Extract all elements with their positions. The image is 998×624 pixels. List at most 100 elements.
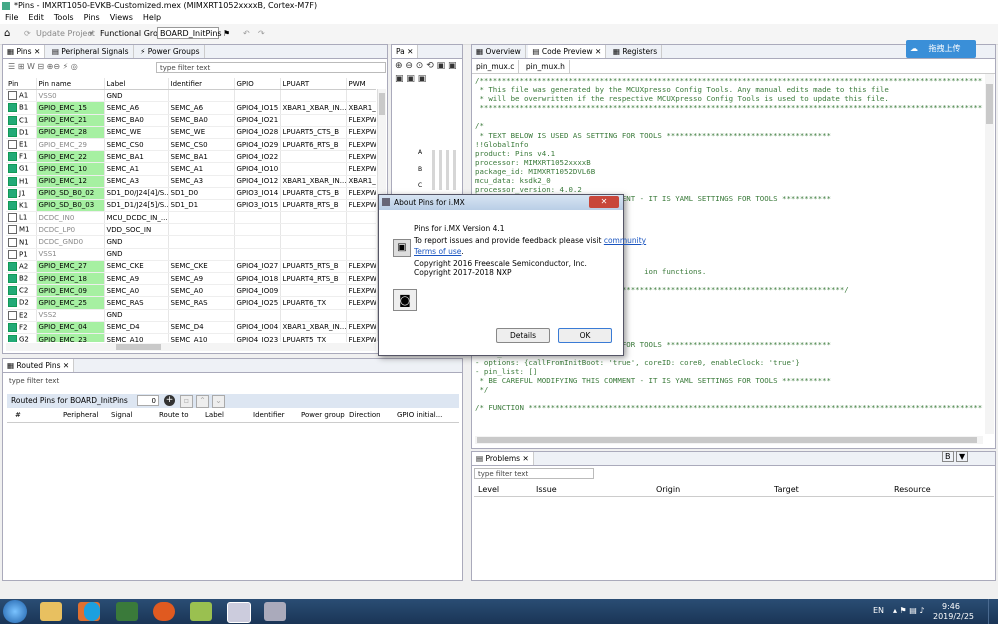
pin-cell-pin[interactable]: D2 (6, 296, 37, 310)
pin-cell-id[interactable] (168, 211, 235, 225)
table-row[interactable]: D2 GPIO_EMC_25 SEMC_RAS SEMC_RAS GPIO4_IO25 L… (6, 296, 376, 310)
pin-cell-pin[interactable]: B1 (6, 101, 37, 115)
pin-cell-pwm[interactable]: FLEXPWI (346, 260, 376, 274)
pin-cell-label[interactable]: SEMC_D4 (104, 321, 169, 334)
move-down-icon[interactable]: ⌄ (212, 395, 225, 408)
tab-power-groups[interactable]: ⚡ Power Groups (136, 45, 205, 58)
pin-cell-pwm[interactable]: FLEXPWI (346, 126, 376, 139)
route-checkbox[interactable] (8, 188, 17, 198)
route-checkbox[interactable] (8, 274, 17, 284)
table-row[interactable]: C1 GPIO_EMC_21 SEMC_BA0 SEMC_BA0 GPIO4_IO21 F… (6, 114, 376, 127)
pins-col-lpuart[interactable]: LPUART (280, 78, 347, 91)
pin-cell-lpuart[interactable]: LPUART6_RTS_B (280, 138, 347, 152)
pin-cell-label[interactable]: SEMC_A9 (104, 272, 169, 286)
terms-link[interactable]: Terms of use. (414, 247, 464, 256)
pin-cell-pwm[interactable] (346, 89, 376, 103)
table-row[interactable]: K1 GPIO_SD_B0_03 SD1_D1/J24[5]/S... SD1_D1 G… (6, 199, 376, 213)
pin-cell-lpuart[interactable] (280, 248, 347, 261)
pin-cell-name[interactable]: GPIO_EMC_29 (36, 138, 105, 152)
redo-icon[interactable]: ↷ (258, 28, 265, 40)
code-hscrollbar[interactable] (475, 436, 983, 444)
pin-cell-label[interactable]: GND (104, 235, 169, 249)
pins-col-pin-name[interactable]: Pin name (36, 78, 105, 91)
pin-cell-name[interactable]: GPIO_EMC_15 (36, 101, 105, 115)
route-checkbox[interactable] (8, 298, 17, 308)
table-row[interactable]: A2 GPIO_EMC_27 SEMC_CKE SEMC_CKE GPIO4_IO27 L… (6, 260, 376, 274)
pin-cell-lpuart[interactable]: LPUART6_TX (280, 296, 347, 310)
pin-cell-pwm[interactable] (346, 211, 376, 225)
routed-col-1[interactable]: Peripheral (63, 411, 98, 419)
problems-filter-input[interactable]: type filter text (474, 468, 594, 479)
about-close-button[interactable]: ✕ (589, 196, 619, 208)
pin-cell-pin[interactable]: G1 (6, 162, 37, 176)
pin-cell-id[interactable]: SEMC_CKE (168, 260, 235, 274)
table-row[interactable]: G1 GPIO_EMC_10 SEMC_A1 SEMC_A1 GPIO4_IO10 FLE… (6, 162, 376, 176)
pins-col-pwm[interactable]: PWM (346, 78, 376, 91)
problems-col-issue[interactable]: Issue (536, 485, 557, 494)
pin-cell-name[interactable]: GPIO_EMC_04 (36, 321, 105, 334)
pin-cell-lpuart[interactable]: LPUART5_CTS_B (280, 126, 347, 139)
pin-cell-label[interactable]: SEMC_CKE (104, 260, 169, 274)
table-row[interactable]: A1 VSS0 GND (6, 89, 376, 103)
menu-pins[interactable]: Pins (79, 12, 105, 24)
pin-cell-gpio[interactable]: GPIO4_IO04 (234, 321, 281, 334)
filter-tools-icons[interactable]: ☰ ⊞ W ⊟ ⊕⊖ ⚡ ◎ (8, 62, 78, 71)
pin-cell-name[interactable]: GPIO_EMC_25 (36, 296, 105, 310)
pin-cell-label[interactable]: SEMC_BA1 (104, 150, 169, 164)
pin-cell-pwm[interactable]: FLEXPWI (346, 199, 376, 213)
routed-col-0[interactable]: # (15, 411, 21, 419)
pin-cell-pwm[interactable]: FLEXPWI (346, 296, 376, 310)
problems-col-resource[interactable]: Resource (894, 485, 931, 494)
pin-cell-id[interactable]: SEMC_A6 (168, 101, 235, 115)
table-row[interactable]: D1 GPIO_EMC_28 SEMC_WE SEMC_WE GPIO4_IO28 LPU… (6, 126, 376, 139)
table-row[interactable]: P1 VSS1 GND (6, 248, 376, 261)
pin-cell-pin[interactable]: F1 (6, 150, 37, 164)
pin-cell-name[interactable]: GPIO_EMC_10 (36, 162, 105, 176)
pin-cell-gpio[interactable]: GPIO4_IO18 (234, 272, 281, 286)
pin-cell-gpio[interactable] (234, 223, 281, 237)
taskbar-lang[interactable]: EN (873, 606, 884, 615)
pin-cell-label[interactable]: GND (104, 248, 169, 261)
pin-cell-name[interactable]: DCDC_IN0 (36, 211, 105, 225)
pin-cell-id[interactable]: SD1_D1 (168, 199, 235, 213)
pins-hscroll-thumb[interactable] (116, 344, 161, 350)
pin-cell-gpio[interactable]: GPIO4_IO27 (234, 260, 281, 274)
pins-col-label[interactable]: Label (104, 78, 169, 91)
pin-cell-name[interactable]: GPIO_EMC_18 (36, 272, 105, 286)
problems-col-target[interactable]: Target (774, 485, 799, 494)
pin-cell-id[interactable]: SD1_D0 (168, 187, 235, 200)
remove-route-icon[interactable]: ▫ (180, 395, 193, 408)
pin-cell-pwm[interactable]: FLEXPWI (346, 162, 376, 176)
details-button[interactable]: Details (496, 328, 550, 343)
pin-cell-pin[interactable]: L1 (6, 211, 37, 225)
table-row[interactable]: B2 GPIO_EMC_18 SEMC_A9 SEMC_A9 GPIO4_IO18 LPU… (6, 272, 376, 286)
routed-col-4[interactable]: Label (205, 411, 224, 419)
pin-cell-id[interactable] (168, 248, 235, 261)
pin-cell-label[interactable]: SEMC_CS0 (104, 138, 169, 152)
pin-cell-lpuart[interactable] (280, 89, 347, 103)
route-checkbox[interactable] (8, 103, 17, 113)
pin-cell-pin[interactable]: P1 (6, 248, 37, 261)
route-checkbox[interactable] (8, 140, 17, 150)
pin-cell-name[interactable]: GPIO_EMC_27 (36, 260, 105, 274)
pin-cell-pwm[interactable]: FLEXPWI (346, 138, 376, 152)
route-checkbox[interactable] (8, 152, 17, 162)
pin-cell-lpuart[interactable]: XBAR1_XBAR_IN... (280, 101, 347, 115)
pin-cell-id[interactable] (168, 223, 235, 237)
tab-pin-mux-h[interactable]: pin_mux.h (522, 60, 570, 73)
table-row[interactable]: J1 GPIO_SD_B0_02 SD1_D0/J24[4]/S... SD1_D0 G… (6, 187, 376, 200)
pin-cell-lpuart[interactable]: LPUART8_RTS_B (280, 199, 347, 213)
pin-cell-id[interactable]: SEMC_A3 (168, 175, 235, 188)
pin-cell-id[interactable]: SEMC_A1 (168, 162, 235, 176)
tab-pin-mux-c[interactable]: pin_mux.c (472, 60, 520, 73)
route-checkbox[interactable] (8, 335, 17, 342)
pin-cell-label[interactable]: SEMC_A3 (104, 175, 169, 188)
pin-cell-name[interactable]: VSS2 (36, 309, 105, 322)
pin-cell-gpio[interactable]: GPIO3_IO15 (234, 199, 281, 213)
route-checkbox[interactable] (8, 225, 17, 235)
pin-cell-gpio[interactable] (234, 248, 281, 261)
pins-col-gpio[interactable]: GPIO (234, 78, 281, 91)
tab-problems[interactable]: ▤ Problems ✕ (472, 452, 534, 465)
route-checkbox[interactable] (8, 286, 17, 296)
pin-cell-gpio[interactable]: GPIO4_IO12 (234, 175, 281, 188)
